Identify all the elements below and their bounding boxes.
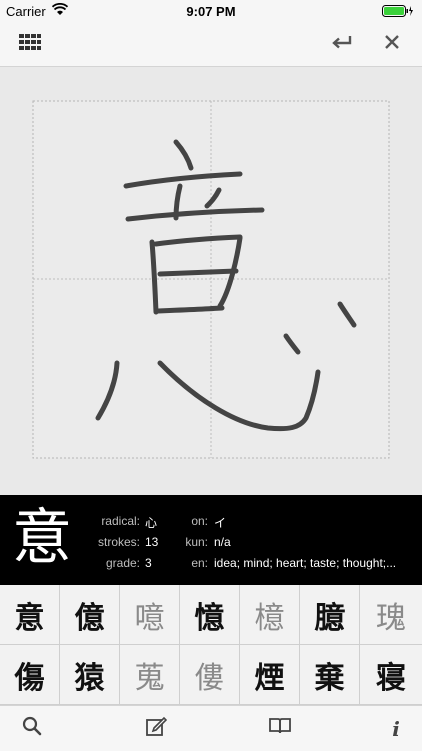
- candidate-cell[interactable]: 臆: [300, 585, 359, 644]
- candidate-cell[interactable]: 檍: [240, 585, 299, 644]
- book-icon: [268, 717, 292, 740]
- on-label: on:: [191, 514, 208, 528]
- strokes-label: strokes:: [97, 535, 140, 549]
- candidate-cell[interactable]: 寝: [360, 645, 422, 704]
- kanji-info-panel: 意 radical: 心 strokes: 13 grade: 3 on: イ …: [0, 495, 422, 585]
- candidate-cell[interactable]: 噫: [120, 585, 179, 644]
- grade-label: grade:: [105, 556, 140, 570]
- status-bar: Carrier 9:07 PM: [0, 0, 422, 22]
- info-button[interactable]: i: [366, 706, 422, 751]
- candidate-grid: 意 億 噫 憶 檍 臆 瑰 傷 猿 蒐 僂 煙 棄 寝: [0, 585, 422, 705]
- en-value: idea; mind; heart; taste; thought;...: [214, 556, 397, 570]
- clear-button[interactable]: [370, 22, 414, 66]
- candidate-cell[interactable]: 猿: [60, 645, 119, 704]
- candidate-cell[interactable]: 僂: [180, 645, 239, 704]
- strokes-value: 13: [145, 535, 159, 549]
- search-icon: [22, 716, 42, 741]
- candidate-cell[interactable]: 蒐: [120, 645, 179, 704]
- candidate-cell[interactable]: 棄: [300, 645, 359, 704]
- dictionary-button[interactable]: [250, 706, 310, 751]
- candidate-cell[interactable]: 億: [60, 585, 119, 644]
- grid-icon: [19, 33, 41, 55]
- on-value: イ: [214, 516, 227, 530]
- toolbar: [0, 22, 422, 67]
- close-icon: [384, 34, 400, 55]
- candidate-cell[interactable]: 意: [0, 585, 59, 644]
- en-label: en:: [191, 556, 208, 570]
- candidate-cell[interactable]: 憶: [180, 585, 239, 644]
- candidate-cell[interactable]: 傷: [0, 645, 59, 704]
- battery-icon: [382, 5, 414, 20]
- compose-button[interactable]: [126, 706, 186, 751]
- drawing-canvas[interactable]: [0, 67, 422, 495]
- kun-label: kun:: [185, 535, 208, 549]
- radical-label: radical:: [101, 514, 140, 528]
- radical-value: 心: [145, 516, 158, 530]
- info-icon: i: [392, 716, 400, 741]
- candidate-cell[interactable]: 瑰: [360, 585, 422, 644]
- grid-button[interactable]: [8, 22, 52, 66]
- compose-icon: [145, 715, 168, 742]
- undo-stroke-button[interactable]: [320, 22, 364, 66]
- bottom-toolbar: i: [0, 705, 422, 751]
- clock: 9:07 PM: [186, 4, 236, 19]
- candidate-cell[interactable]: 煙: [240, 645, 299, 704]
- search-button[interactable]: [2, 706, 62, 751]
- selected-kanji: 意: [12, 503, 72, 573]
- return-icon: [331, 34, 353, 55]
- grade-value: 3: [145, 556, 152, 570]
- kun-value: n/a: [214, 535, 231, 549]
